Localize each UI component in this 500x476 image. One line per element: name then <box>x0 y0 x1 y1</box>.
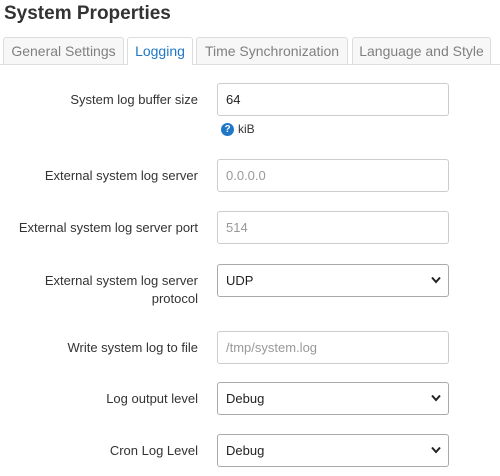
log-file-input[interactable] <box>217 331 449 364</box>
log-protocol-label: External system log server protocol <box>45 272 198 308</box>
log-server-input[interactable] <box>217 159 449 192</box>
tab-logging[interactable]: Logging <box>127 37 193 65</box>
log-protocol-select[interactable]: UDP <box>217 264 449 297</box>
cron-level-value: Debug <box>226 443 265 458</box>
chevron-down-icon <box>431 276 441 284</box>
log-protocol-label-line2: protocol <box>151 291 198 306</box>
log-server-label: External system log server <box>44 168 198 183</box>
log-protocol-value: UDP <box>226 273 254 288</box>
cron-level-select[interactable]: Debug <box>217 434 449 467</box>
chevron-down-icon <box>431 446 441 454</box>
cron-level-label: Cron Log Level <box>109 443 198 458</box>
page-title: System Properties <box>4 3 171 24</box>
chevron-down-icon <box>431 394 441 402</box>
log-level-value: Debug <box>226 391 265 406</box>
log-buffer-input[interactable] <box>217 83 449 116</box>
log-level-label: Log output level <box>106 391 198 406</box>
tab-language-and-style[interactable]: Language and Style <box>352 37 491 64</box>
log-buffer-help: ? kiB <box>221 122 255 136</box>
help-icon[interactable]: ? <box>221 122 234 136</box>
log-port-label: External system log server port <box>18 220 198 235</box>
log-buffer-unit: kiB <box>238 122 255 136</box>
log-protocol-label-line1: External system log server <box>44 273 198 288</box>
tab-bar-divider <box>0 64 500 65</box>
tab-time-synchronization[interactable]: Time Synchronization <box>196 37 348 64</box>
log-level-select[interactable]: Debug <box>217 382 449 415</box>
tab-general-settings[interactable]: General Settings <box>3 37 124 64</box>
log-file-label: Write system log to file <box>67 340 198 355</box>
log-port-input[interactable] <box>217 211 449 244</box>
log-buffer-label: System log buffer size <box>70 92 198 107</box>
